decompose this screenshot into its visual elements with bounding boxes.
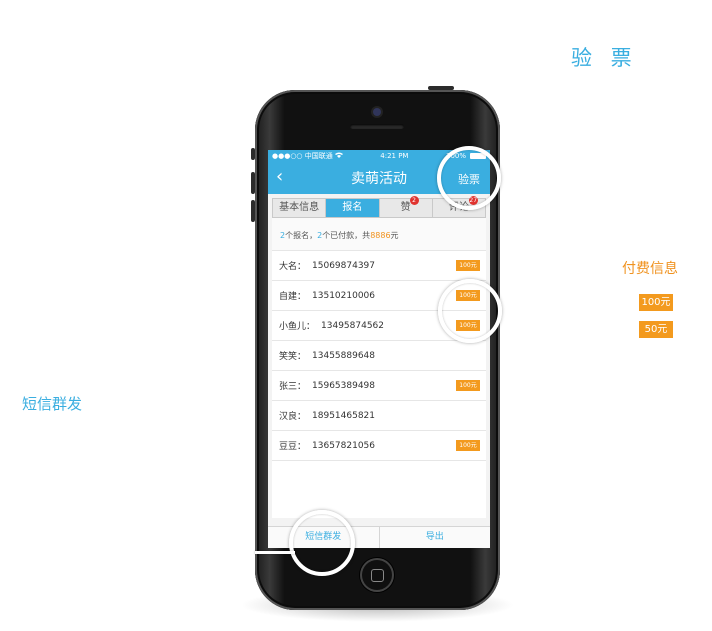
participant-name: 自建： xyxy=(279,292,307,302)
power-button xyxy=(428,86,454,90)
app-screen: ●●●○○ 中国联通 4:21 PM 100% ‹ 卖萌活动 验票 基本信息 报… xyxy=(268,150,490,548)
carrier-signal: ●●●○○ 中国联通 xyxy=(272,152,333,160)
tab-likes[interactable]: 赞 2 xyxy=(380,196,433,217)
payment-legend-badge: 100元 xyxy=(639,294,673,311)
back-chevron-icon[interactable]: ‹ xyxy=(276,167,283,187)
mute-switch xyxy=(251,148,255,160)
amount-unit: 元 xyxy=(390,231,399,240)
list-empty-space xyxy=(272,460,486,518)
participant-phone: 15965389498 xyxy=(312,380,376,391)
list-item[interactable]: 张三： 15965389498 100元 xyxy=(272,370,486,400)
participant-phone: 13510210006 xyxy=(312,290,376,301)
wifi-icon xyxy=(334,152,343,160)
tab-basic-info[interactable]: 基本信息 xyxy=(273,199,327,217)
participant-name: 笑笑： xyxy=(279,352,307,362)
export-button[interactable]: 导出 xyxy=(380,527,491,548)
page-title: 卖萌活动 xyxy=(351,171,407,187)
volume-down-button xyxy=(251,200,255,222)
paid-badge: 100元 xyxy=(456,260,480,271)
participant-phone: 13657821056 xyxy=(312,440,376,451)
participant-name: 大名： xyxy=(279,262,307,272)
sms-connector-line xyxy=(255,551,295,554)
badge-highlight-circle xyxy=(438,279,502,343)
participant-name: 张三： xyxy=(279,382,307,392)
tab-label: 基本信息 xyxy=(279,202,320,213)
payment-legend-badge: 50元 xyxy=(639,321,673,338)
signup-summary: 2个报名，2个已付款，共8886元 xyxy=(272,218,486,250)
paid-badge: 100元 xyxy=(456,380,480,391)
list-item[interactable]: 豆豆： 13657821056 100元 xyxy=(272,430,486,460)
volume-up-button xyxy=(251,172,255,194)
list-item[interactable]: 汉良： 18951465821 xyxy=(272,400,486,430)
signup-text: 个报名， xyxy=(285,231,318,240)
participant-phone: 13455889648 xyxy=(312,350,376,361)
ticket-annotation: 验 票 xyxy=(571,46,638,70)
tab-label: 赞 xyxy=(400,202,411,213)
canvas: 验 票 付费信息 100元 50元 短信群发 ●●●○○ 中国联通 4:21 P… xyxy=(0,0,712,631)
home-button[interactable] xyxy=(360,558,394,592)
participant-name: 小鱼儿： xyxy=(279,322,316,332)
sms-annotation: 短信群发 xyxy=(22,395,83,413)
participant-phone: 15069874397 xyxy=(312,260,376,271)
likes-count-badge: 2 xyxy=(409,196,419,205)
participant-name: 汉良： xyxy=(279,412,307,422)
ticket-highlight-circle xyxy=(437,146,501,210)
front-camera-icon xyxy=(373,108,381,116)
tab-signup[interactable]: 报名 xyxy=(326,199,380,217)
total-amount: 8886 xyxy=(370,231,391,240)
participant-phone: 18951465821 xyxy=(312,410,376,421)
list-item[interactable]: 大名： 15069874397 100元 xyxy=(272,250,486,280)
tab-label: 报名 xyxy=(342,202,363,213)
list-item[interactable]: 笑笑： 13455889648 xyxy=(272,340,486,370)
sms-highlight-circle xyxy=(289,510,355,576)
payment-info-annotation: 付费信息 xyxy=(622,261,678,277)
paid-badge: 100元 xyxy=(456,440,480,451)
status-time: 4:21 PM xyxy=(380,152,409,160)
paid-text: 个已付款，共 xyxy=(322,231,371,240)
participant-name: 豆豆： xyxy=(279,442,307,452)
participant-phone: 13495874562 xyxy=(321,320,385,331)
earpiece-speaker xyxy=(350,124,404,129)
